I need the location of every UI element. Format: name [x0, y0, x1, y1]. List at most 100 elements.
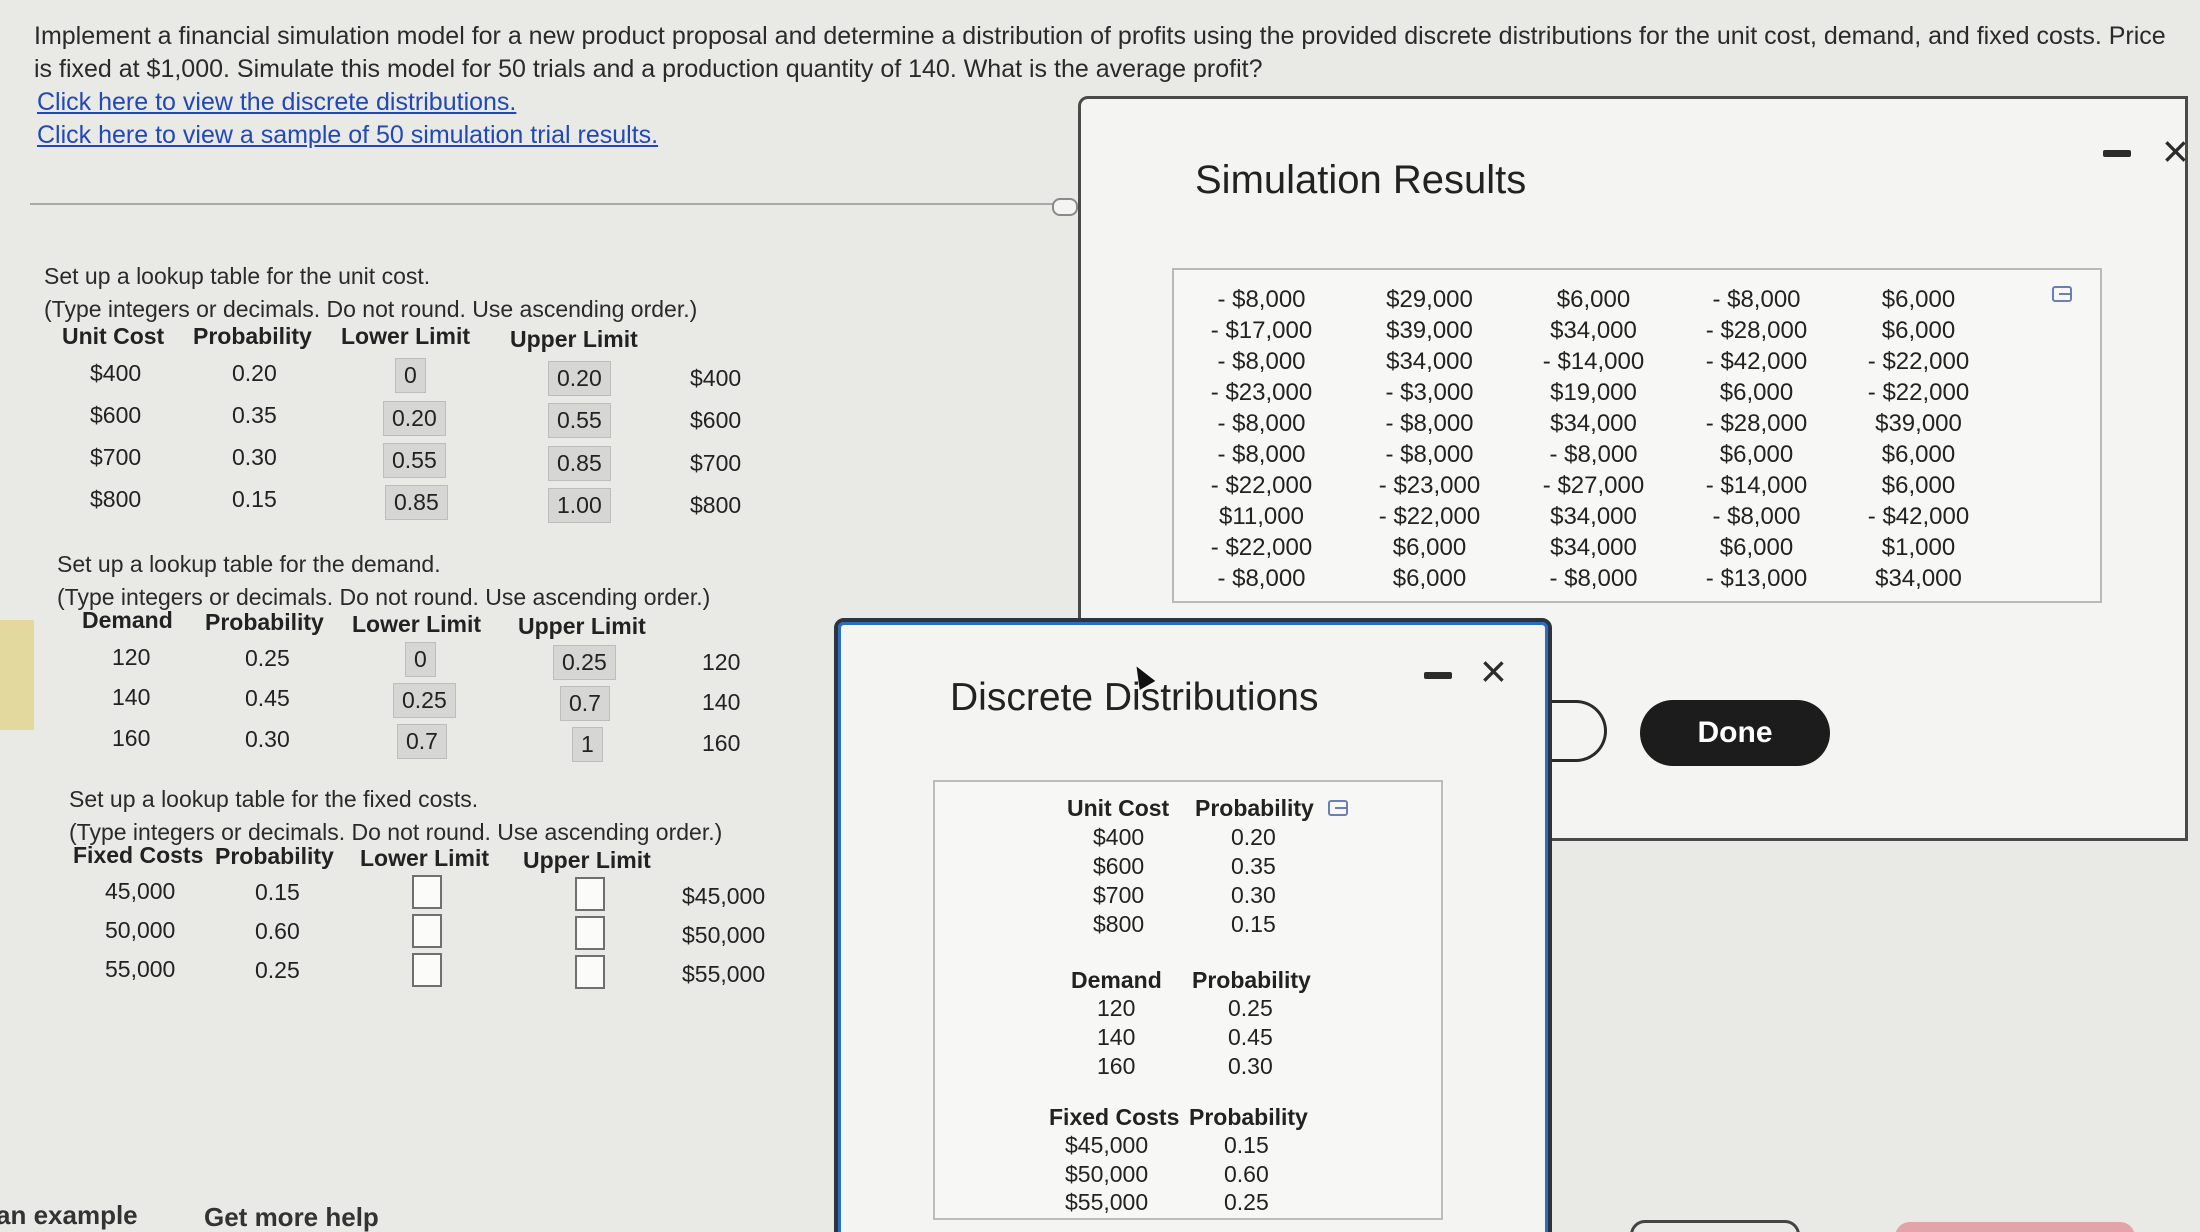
- unit-cost-upper-input[interactable]: 0.55: [548, 403, 611, 438]
- result-cell: $6,000: [1392, 534, 1467, 561]
- copy-icon[interactable]: [2052, 286, 2072, 302]
- unit-cost-lower-input[interactable]: 0: [395, 358, 426, 393]
- partial-button[interactable]: [1545, 700, 1607, 762]
- result-cell: - $22,000: [1378, 503, 1481, 530]
- header-upper-limit: Upper Limit: [510, 326, 638, 352]
- header-probability: Probability: [205, 609, 324, 635]
- dd-header-probability: Probability: [1192, 967, 1311, 993]
- result-cell: - $8,000: [1712, 503, 1801, 530]
- dd-unit-cost-prob: 0.15: [1231, 911, 1276, 937]
- unit-cost-lower-input[interactable]: 0.55: [383, 443, 446, 478]
- partial-button[interactable]: [1630, 1220, 1800, 1232]
- expand-icon[interactable]: [1052, 198, 1078, 216]
- partial-button[interactable]: [1895, 1222, 2135, 1232]
- dd-header-probability: Probability: [1195, 795, 1314, 821]
- fixed-costs-upper-input[interactable]: [575, 877, 605, 911]
- result-cell: - $42,000: [1867, 503, 1970, 530]
- minimize-icon[interactable]: [1424, 672, 1452, 679]
- result-cell: $6,000: [1392, 565, 1467, 592]
- result-cell: - $17,000: [1210, 317, 1313, 344]
- dd-fixed-costs-value: $45,000: [1065, 1132, 1149, 1158]
- unit-cost-lower-input[interactable]: 0.20: [383, 401, 446, 436]
- demand-prob: 0.45: [245, 685, 290, 711]
- fixed-costs-lower-input[interactable]: [412, 875, 442, 909]
- fixed-costs-lower-input[interactable]: [412, 953, 442, 987]
- unit-cost-value: $600: [90, 402, 142, 428]
- demand-prob: 0.30: [245, 726, 290, 752]
- demand-upper-input[interactable]: 1: [572, 727, 603, 762]
- close-icon[interactable]: ×: [1480, 648, 1507, 694]
- close-icon[interactable]: ×: [2162, 128, 2189, 174]
- dd-header-demand: Demand: [1071, 967, 1162, 993]
- result-cell: $39,000: [1875, 410, 1962, 437]
- dd-header-fixed-costs: Fixed Costs: [1049, 1104, 1180, 1130]
- get-help-link[interactable]: Get more help: [204, 1202, 379, 1232]
- demand-lower-input[interactable]: 0.7: [397, 724, 447, 759]
- result-cell: $6,000: [1719, 441, 1794, 468]
- unit-cost-prob: 0.15: [232, 486, 277, 512]
- unit-cost-upper-input[interactable]: 1.00: [548, 488, 611, 523]
- result-cell: - $42,000: [1705, 348, 1808, 375]
- header-lower-limit: Lower Limit: [341, 323, 471, 349]
- result-cell: $11,000: [1219, 503, 1304, 530]
- unit-cost-upper-input[interactable]: 0.85: [548, 446, 611, 481]
- section-divider: [30, 203, 1070, 205]
- minimize-icon[interactable]: [2103, 150, 2131, 157]
- dd-demand-prob: 0.45: [1228, 1024, 1273, 1050]
- result-cell: $6,000: [1719, 379, 1794, 406]
- header-lower-limit: Lower Limit: [360, 845, 490, 871]
- result-cell: - $22,000: [1210, 472, 1313, 499]
- results-column: $29,000 $39,000 $34,000 - $3,000 - $8,000 - $…: [1342, 284, 1517, 594]
- dd-unit-cost-prob: 0.20: [1231, 824, 1276, 850]
- result-cell: $6,000: [1556, 286, 1631, 313]
- result-cell: $39,000: [1386, 317, 1473, 344]
- dd-unit-cost-value: $700: [1093, 882, 1145, 908]
- dd-demand-value: 160: [1097, 1053, 1136, 1079]
- result-cell: - $27,000: [1542, 472, 1645, 499]
- demand-result: 160: [702, 730, 741, 756]
- unit-cost-result: $600: [690, 407, 742, 433]
- fixed-costs-section: Set up a lookup table for the fixed cost…: [69, 783, 722, 849]
- dd-fixed-costs-prob: 0.60: [1224, 1161, 1269, 1187]
- demand-lower-input[interactable]: 0: [405, 642, 436, 677]
- result-cell: - $23,000: [1210, 379, 1313, 406]
- fixed-costs-upper-input[interactable]: [575, 955, 605, 989]
- demand-upper-input[interactable]: 0.25: [553, 645, 616, 680]
- result-cell: - $13,000: [1705, 565, 1808, 592]
- result-cell: - $8,000: [1217, 565, 1306, 592]
- unit-cost-prob: 0.30: [232, 444, 277, 470]
- copy-icon[interactable]: [1328, 800, 1348, 816]
- dd-fixed-costs-value: $50,000: [1065, 1161, 1149, 1187]
- results-column: - $8,000 - $17,000 - $8,000 - $23,000 - $8,0…: [1174, 284, 1349, 594]
- result-cell: - $22,000: [1867, 379, 1970, 406]
- demand-lower-input[interactable]: 0.25: [393, 683, 456, 718]
- result-cell: - $8,000: [1549, 565, 1638, 592]
- view-sample-link[interactable]: Click here to view a sample of 50 simula…: [37, 121, 658, 150]
- result-cell: - $28,000: [1705, 410, 1808, 437]
- example-link[interactable]: an example: [0, 1200, 138, 1231]
- dd-unit-cost-prob: 0.35: [1231, 853, 1276, 879]
- dd-fixed-costs-value: $55,000: [1065, 1189, 1149, 1215]
- simulation-results-table: - $8,000 - $17,000 - $8,000 - $23,000 - $8,0…: [1172, 268, 2102, 603]
- dd-unit-cost-value: $600: [1093, 853, 1145, 879]
- demand-intro: Set up a lookup table for the demand.: [57, 551, 441, 577]
- unit-cost-result: $400: [690, 365, 742, 391]
- fixed-costs-upper-input[interactable]: [575, 916, 605, 950]
- fixed-costs-result: $45,000: [682, 883, 766, 909]
- discrete-distributions-table: Unit Cost Probability $400 0.20 $600 0.3…: [933, 780, 1443, 1220]
- fixed-costs-prob: 0.25: [255, 957, 300, 983]
- unit-cost-instruction: (Type integers or decimals. Do not round…: [44, 296, 698, 322]
- unit-cost-lower-input[interactable]: 0.85: [385, 485, 448, 520]
- dd-fixed-costs-prob: 0.25: [1224, 1189, 1269, 1215]
- unit-cost-value: $400: [90, 360, 142, 386]
- header-upper-limit: Upper Limit: [518, 613, 646, 639]
- fixed-costs-lower-input[interactable]: [412, 914, 442, 948]
- header-lower-limit: Lower Limit: [352, 611, 482, 637]
- unit-cost-upper-input[interactable]: 0.20: [548, 361, 611, 396]
- view-distributions-link[interactable]: Click here to view the discrete distribu…: [37, 88, 516, 117]
- results-column: $6,000 $6,000 - $22,000 - $22,000 $39,000 $6,…: [1831, 284, 2006, 594]
- done-button[interactable]: Done: [1640, 700, 1830, 766]
- demand-upper-input[interactable]: 0.7: [560, 686, 610, 721]
- unit-cost-prob: 0.20: [232, 360, 277, 386]
- result-cell: - $22,000: [1867, 348, 1970, 375]
